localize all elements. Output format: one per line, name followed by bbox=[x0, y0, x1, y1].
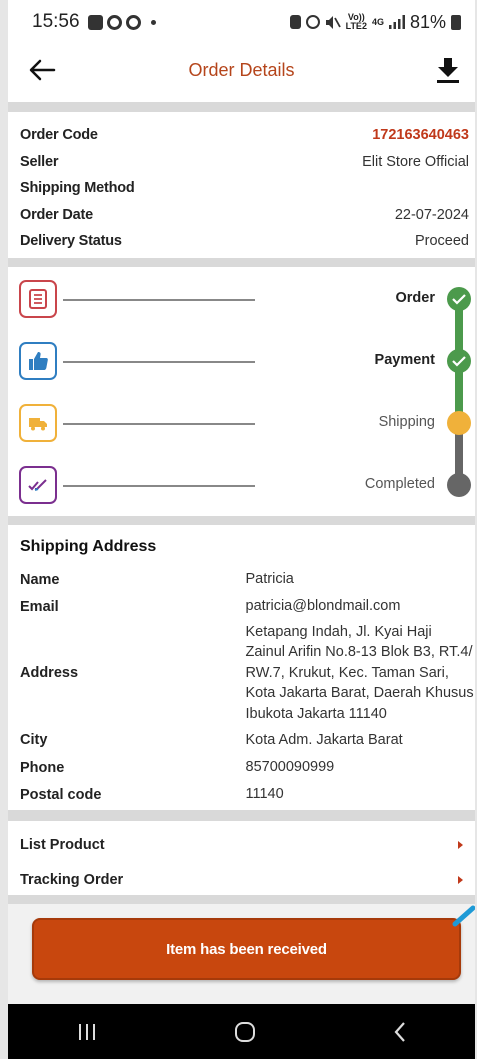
annotation-stroke bbox=[452, 905, 475, 927]
email-label: Email bbox=[20, 598, 59, 615]
timeline-label-payment: Payment bbox=[374, 352, 435, 368]
page-title: Order Details bbox=[188, 59, 295, 80]
item-received-button[interactable]: Item has been received bbox=[32, 918, 461, 980]
email-value: patricia@blondmail.com bbox=[245, 598, 401, 615]
timeline-connector bbox=[63, 423, 255, 425]
postal-code-value: 11140 bbox=[245, 786, 284, 803]
order-date-label: Order Date bbox=[20, 206, 93, 223]
check-icon bbox=[447, 287, 471, 311]
back-nav-icon[interactable] bbox=[393, 1021, 407, 1043]
facebook-icon bbox=[87, 14, 103, 30]
order-timeline: Order Payment Shipping Completed bbox=[8, 268, 475, 516]
timeline-label-shipping: Shipping bbox=[378, 414, 435, 430]
order-info-section: Order Code 172163640463 Seller Elit Stor… bbox=[8, 122, 475, 255]
address-value: Ketapang Indah, Jl. Kyai Haji Zainul Ari… bbox=[245, 623, 474, 722]
timeline-step-shipping: Shipping bbox=[8, 404, 475, 444]
address-divider bbox=[8, 810, 475, 821]
order-date-value: 22-07-2024 bbox=[394, 206, 469, 223]
network-4g-icon: 4G bbox=[371, 16, 384, 27]
shipping-address-heading: Shipping Address bbox=[20, 538, 157, 555]
seller-value: Elit Store Official bbox=[362, 153, 469, 170]
action-bar: Item has been received bbox=[8, 904, 475, 1004]
delivery-status-row: Delivery Status Proceed bbox=[8, 228, 475, 255]
pending-step-indicator bbox=[447, 473, 471, 497]
links-divider bbox=[8, 895, 475, 904]
status-bar: 15:56 Vo)) LTE2 4G 81% bbox=[8, 0, 475, 44]
home-icon[interactable] bbox=[234, 1021, 256, 1043]
name-row: Name Patricia bbox=[8, 566, 475, 593]
app-notification-icon bbox=[125, 14, 141, 30]
recent-apps-icon[interactable] bbox=[76, 1022, 98, 1042]
system-nav-bar bbox=[8, 1004, 475, 1059]
tracking-order-label: Tracking Order bbox=[20, 872, 124, 888]
chevron-right-icon bbox=[458, 876, 463, 884]
alarm-icon bbox=[305, 15, 320, 29]
timeline-step-order: Order bbox=[8, 280, 475, 320]
tracking-order-link[interactable]: Tracking Order bbox=[8, 863, 475, 897]
name-value: Patricia bbox=[245, 571, 294, 588]
chevron-right-icon bbox=[458, 841, 463, 849]
delivery-status-value: Proceed bbox=[414, 233, 469, 250]
seller-label: Seller bbox=[20, 153, 59, 170]
battery-percent: 81% bbox=[409, 11, 446, 32]
app-header: Order Details bbox=[8, 44, 475, 96]
check-icon bbox=[447, 349, 471, 373]
header-divider bbox=[8, 102, 475, 112]
order-code-value: 172163640463 bbox=[372, 127, 469, 144]
tiktok-icon bbox=[106, 14, 122, 30]
timeline-step-payment: Payment bbox=[8, 342, 475, 382]
email-row: Email patricia@blondmail.com bbox=[8, 593, 475, 620]
truck-icon bbox=[19, 404, 57, 442]
timeline-divider bbox=[8, 516, 475, 525]
phone-label: Phone bbox=[20, 759, 65, 776]
phone-value: 85700090999 bbox=[245, 759, 335, 776]
address-row: Address Ketapang Indah, Jl. Kyai Haji Za… bbox=[8, 620, 475, 726]
more-notifications-icon bbox=[150, 19, 156, 25]
timeline-step-completed: Completed bbox=[8, 466, 475, 506]
delivery-status-label: Delivery Status bbox=[20, 233, 122, 250]
postal-code-label: Postal code bbox=[20, 786, 102, 803]
notification-icons bbox=[87, 14, 156, 30]
double-check-icon bbox=[19, 466, 57, 504]
battery-icon bbox=[451, 14, 461, 30]
timeline-connector bbox=[63, 485, 255, 487]
name-label: Name bbox=[20, 571, 60, 588]
info-divider bbox=[8, 258, 475, 267]
phone-row: Phone 85700090999 bbox=[8, 754, 475, 781]
seller-row: Seller Elit Store Official bbox=[8, 149, 475, 176]
timeline-connector bbox=[63, 299, 255, 301]
current-step-indicator bbox=[447, 411, 471, 435]
status-time: 15:56 bbox=[32, 11, 80, 32]
shipping-method-row: Shipping Method bbox=[8, 175, 475, 202]
postal-code-row: Postal code 11140 bbox=[8, 781, 475, 808]
timeline-label-order: Order bbox=[395, 290, 436, 306]
list-product-link[interactable]: List Product bbox=[8, 828, 475, 862]
download-icon[interactable] bbox=[435, 56, 461, 84]
signal-icon bbox=[388, 15, 405, 29]
timeline-label-completed: Completed bbox=[364, 476, 435, 492]
city-row: City Kota Adm. Jakarta Barat bbox=[8, 726, 475, 754]
address-label: Address bbox=[20, 665, 79, 681]
list-product-label: List Product bbox=[20, 837, 105, 853]
status-right: Vo)) LTE2 4G 81% bbox=[289, 11, 461, 33]
mute-icon bbox=[325, 15, 341, 29]
back-arrow-icon[interactable] bbox=[28, 56, 56, 84]
lock-icon bbox=[289, 15, 301, 29]
city-value: Kota Adm. Jakarta Barat bbox=[245, 731, 403, 748]
shipping-address-section: Shipping Address Name Patricia Email pat… bbox=[8, 528, 475, 808]
volte-icon: Vo)) LTE2 bbox=[345, 12, 367, 31]
city-label: City bbox=[20, 732, 48, 748]
order-code-label: Order Code bbox=[20, 127, 98, 144]
receipt-icon bbox=[19, 280, 57, 318]
order-code-row: Order Code 172163640463 bbox=[8, 122, 475, 149]
thumbs-up-icon bbox=[19, 342, 57, 380]
shipping-method-label: Shipping Method bbox=[20, 180, 135, 197]
timeline-connector bbox=[63, 361, 255, 363]
order-date-row: Order Date 22-07-2024 bbox=[8, 202, 475, 229]
